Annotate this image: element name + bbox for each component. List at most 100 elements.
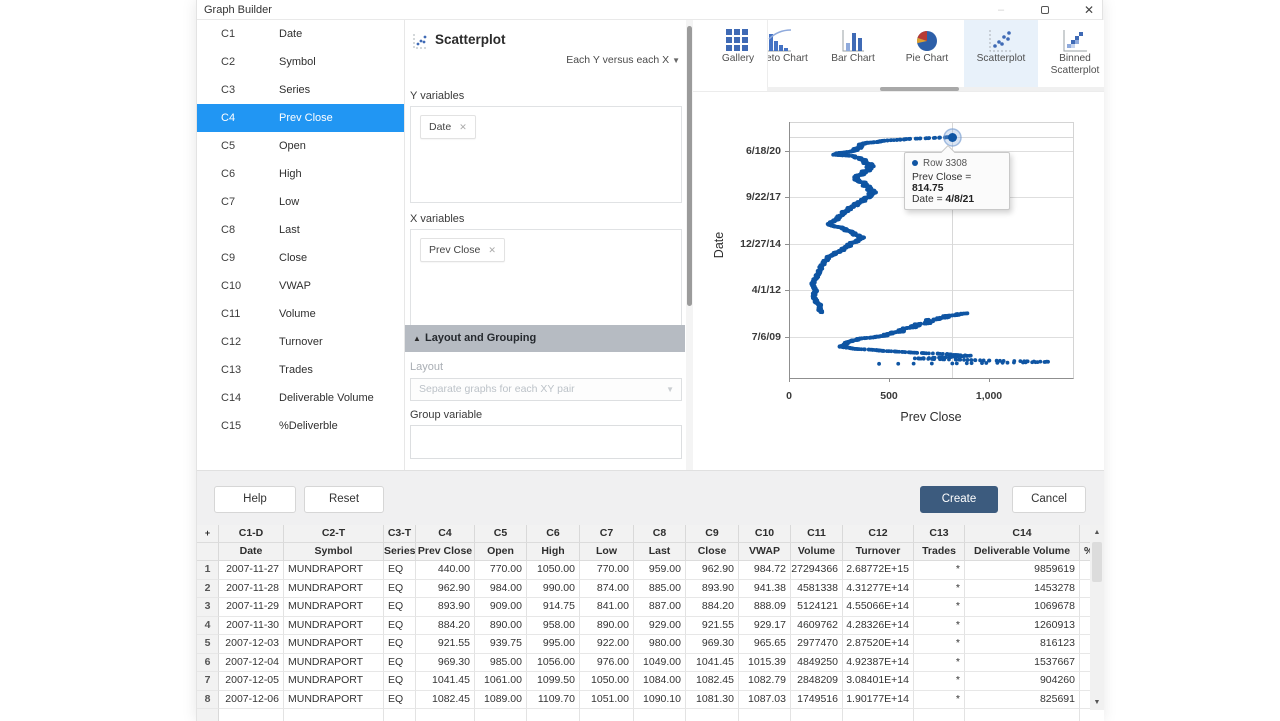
worksheet-cell[interactable]: 1260913 — [965, 617, 1080, 636]
worksheet-cell[interactable]: 1099.50 — [527, 672, 580, 691]
column-name-header[interactable]: Volume — [791, 543, 843, 561]
column-item-c3[interactable]: C3Series — [197, 76, 404, 104]
worksheet-cell[interactable]: 4.55066E+14 — [843, 598, 914, 617]
worksheet-cell[interactable]: 929.00 — [634, 617, 686, 636]
column-item-c15[interactable]: C15%Deliverble — [197, 412, 404, 440]
column-id-header[interactable]: C2-T — [284, 525, 384, 543]
column-item-c14[interactable]: C14Deliverable Volume — [197, 384, 404, 412]
worksheet-cell[interactable]: 904260 — [965, 672, 1080, 691]
worksheet-cell[interactable]: 980.00 — [634, 635, 686, 654]
worksheet-cell[interactable]: 2007-11-30 — [219, 617, 284, 636]
worksheet-cell[interactable]: * — [914, 635, 965, 654]
column-name-header[interactable]: Deliverable Volume — [965, 543, 1080, 561]
plot-mode-dropdown[interactable]: Each Y versus each X ▼ — [566, 54, 680, 66]
cancel-button[interactable]: Cancel — [1012, 486, 1086, 513]
row-number[interactable]: 2 — [197, 580, 219, 599]
row-number[interactable]: 7 — [197, 672, 219, 691]
row-number[interactable]: 4 — [197, 617, 219, 636]
column-id-header[interactable]: C9 — [686, 525, 739, 543]
gallery-scrollbar[interactable] — [767, 87, 1104, 91]
worksheet-cell[interactable]: 1749516 — [791, 691, 843, 710]
worksheet-cell[interactable]: 959.00 — [634, 561, 686, 580]
row-number[interactable]: 1 — [197, 561, 219, 580]
worksheet-cell[interactable]: EQ — [384, 561, 416, 580]
worksheet-cell[interactable]: EQ — [384, 672, 416, 691]
worksheet-cell[interactable]: EQ — [384, 617, 416, 636]
gallery-item-pie-chart[interactable]: Pie Chart — [890, 20, 964, 90]
worksheet-cell[interactable]: 27294366 — [791, 561, 843, 580]
worksheet-cell[interactable]: 885.00 — [634, 580, 686, 599]
worksheet-cell[interactable]: 941.38 — [739, 580, 791, 599]
column-id-header[interactable]: C6 — [527, 525, 580, 543]
worksheet-cell[interactable]: * — [914, 580, 965, 599]
x-variable-chip-prev-close[interactable]: Prev Close✕ — [420, 238, 505, 262]
builder-panel-scrollbar[interactable] — [686, 20, 693, 470]
worksheet-cell[interactable]: 976.00 — [580, 654, 634, 673]
column-item-c8[interactable]: C8Last — [197, 216, 404, 244]
worksheet-cell[interactable]: 1081.30 — [686, 691, 739, 710]
column-name-header[interactable]: Symbol — [284, 543, 384, 561]
worksheet-cell[interactable]: MUNDRAPORT — [284, 654, 384, 673]
worksheet-cell[interactable]: 909.00 — [475, 598, 527, 617]
scrollbar-thumb[interactable] — [687, 26, 692, 306]
minimize-icon[interactable]: – — [985, 0, 1017, 20]
column-item-c4[interactable]: C4Prev Close — [197, 104, 404, 132]
worksheet-cell[interactable]: * — [914, 654, 965, 673]
worksheet-cell[interactable]: 984.72 — [739, 561, 791, 580]
worksheet-cell[interactable]: 2977470 — [791, 635, 843, 654]
worksheet-cell[interactable]: MUNDRAPORT — [284, 691, 384, 710]
worksheet-cell[interactable]: 1087.03 — [739, 691, 791, 710]
column-id-header[interactable]: C5 — [475, 525, 527, 543]
worksheet-cell[interactable]: 965.65 — [739, 635, 791, 654]
column-id-header[interactable]: C11 — [791, 525, 843, 543]
worksheet-cell[interactable]: MUNDRAPORT — [284, 672, 384, 691]
remove-chip-icon[interactable]: ✕ — [488, 245, 496, 255]
worksheet-cell[interactable]: 884.20 — [416, 617, 475, 636]
worksheet-cell[interactable]: 1015.39 — [739, 654, 791, 673]
worksheet-cell[interactable]: 9859619 — [965, 561, 1080, 580]
worksheet-cell[interactable]: EQ — [384, 598, 416, 617]
column-id-header[interactable]: C12 — [843, 525, 914, 543]
column-name-header[interactable]: Trades — [914, 543, 965, 561]
worksheet-cell[interactable]: 770.00 — [580, 561, 634, 580]
worksheet-cell[interactable]: 770.00 — [475, 561, 527, 580]
worksheet-cell[interactable]: 2007-12-06 — [219, 691, 284, 710]
worksheet-corner-cell[interactable]: + — [197, 525, 219, 543]
worksheet-cell[interactable]: MUNDRAPORT — [284, 598, 384, 617]
worksheet-cell[interactable]: 841.00 — [580, 598, 634, 617]
y-variable-chip-date[interactable]: Date✕ — [420, 115, 476, 139]
column-name-header[interactable]: Low — [580, 543, 634, 561]
worksheet-cell[interactable]: 995.00 — [527, 635, 580, 654]
worksheet-cell[interactable]: 440.00 — [416, 561, 475, 580]
worksheet-cell[interactable]: 1050.00 — [580, 672, 634, 691]
worksheet-cell[interactable]: MUNDRAPORT — [284, 561, 384, 580]
worksheet-cell[interactable]: 3.08401E+14 — [843, 672, 914, 691]
scroll-up-icon[interactable]: ▲ — [1090, 525, 1104, 540]
worksheet-cell[interactable]: * — [914, 598, 965, 617]
row-number[interactable]: 6 — [197, 654, 219, 673]
worksheet-cell[interactable]: 1109.70 — [527, 691, 580, 710]
worksheet-cell[interactable]: 890.00 — [580, 617, 634, 636]
gallery-item-binned-scatterplot[interactable]: Binned Scatterplot — [1038, 20, 1104, 90]
worksheet-cell[interactable]: 874.00 — [580, 580, 634, 599]
column-id-header[interactable]: C3-T — [384, 525, 416, 543]
column-id-header[interactable]: C7 — [580, 525, 634, 543]
worksheet-cell[interactable]: 921.55 — [416, 635, 475, 654]
column-id-header[interactable]: C8 — [634, 525, 686, 543]
worksheet-cell[interactable]: 922.00 — [580, 635, 634, 654]
layout-and-grouping-section[interactable]: ▲ Layout and Grouping — [405, 325, 685, 352]
gallery-item-pareto-chart[interactable]: Pareto Chart — [767, 20, 816, 90]
column-item-c2[interactable]: C2Symbol — [197, 48, 404, 76]
column-name-header[interactable]: Prev Close — [416, 543, 475, 561]
create-button[interactable]: Create — [920, 486, 998, 513]
worksheet-cell[interactable]: * — [914, 691, 965, 710]
column-id-header[interactable]: C14 — [965, 525, 1080, 543]
worksheet-cell[interactable]: 1537667 — [965, 654, 1080, 673]
column-id-header[interactable]: C13 — [914, 525, 965, 543]
worksheet-cell[interactable]: 2007-11-29 — [219, 598, 284, 617]
row-number[interactable]: 8 — [197, 691, 219, 710]
worksheet-cell[interactable]: 1089.00 — [475, 691, 527, 710]
column-name-header[interactable]: VWAP — [739, 543, 791, 561]
worksheet-cell[interactable]: 1041.45 — [686, 654, 739, 673]
worksheet-cell[interactable]: 1453278 — [965, 580, 1080, 599]
